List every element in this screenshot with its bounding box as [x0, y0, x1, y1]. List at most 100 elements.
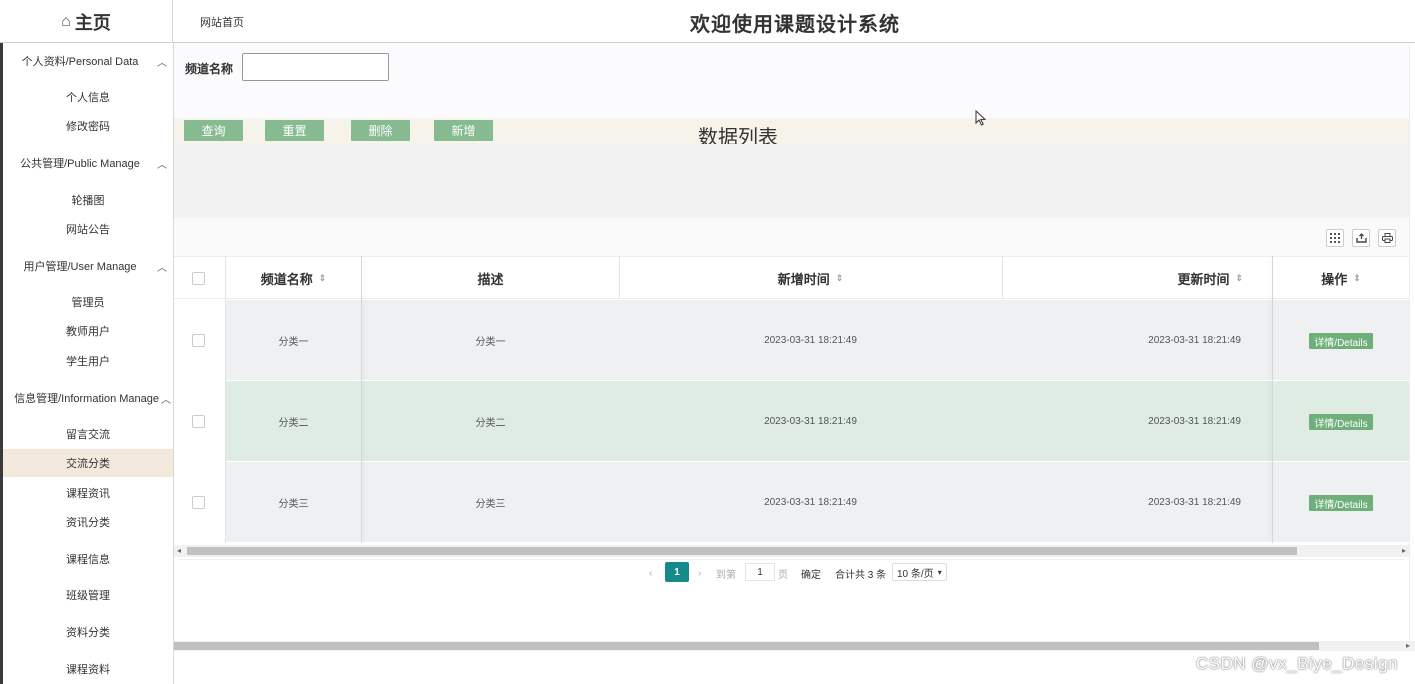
- column-header-updated[interactable]: 更新时间 ⇕: [1002, 257, 1273, 300]
- system-title: 欢迎使用课题设计系统: [690, 14, 900, 36]
- page-size-value: 10 条/页: [897, 568, 934, 580]
- column-divider: [1002, 256, 1003, 299]
- sidebar-item-class[interactable]: 班级管理: [3, 581, 173, 609]
- column-header-action[interactable]: 操作 ⇕: [1273, 257, 1409, 300]
- print-icon[interactable]: [1378, 229, 1396, 247]
- column-divider: [361, 256, 362, 543]
- prev-page-icon[interactable]: ‹: [649, 564, 652, 582]
- main-content: 频道名称 查询 重置 删除 新增 数据列表 频道名称 ⇕ 描述 新增时间 ⇕ 更…: [174, 43, 1415, 684]
- cell-desc: 分类二: [475, 418, 506, 429]
- column-header-label: 操作: [1321, 272, 1348, 287]
- scroll-left-icon[interactable]: ◂: [177, 546, 181, 555]
- chevron-down-icon: ▾: [937, 567, 942, 577]
- sidebar-item-student[interactable]: 学生用户: [3, 347, 173, 375]
- chevron-up-icon: ︿: [157, 262, 167, 274]
- chevron-up-icon: ︿: [157, 57, 167, 69]
- table-row[interactable]: 分类三 分类三 2023-03-31 18:21:49 2023-03-31 1…: [174, 462, 1409, 543]
- table-row[interactable]: 分类二 分类二 2023-03-31 18:21:49 2023-03-31 1…: [174, 381, 1409, 462]
- columns-icon[interactable]: [1326, 229, 1344, 247]
- sidebar-item-admin[interactable]: 管理员: [3, 288, 173, 316]
- details-button[interactable]: 详情/Details: [1309, 495, 1373, 511]
- cell-created: 2023-03-31 18:21:49: [764, 416, 857, 427]
- sidebar-item-notice[interactable]: 网站公告: [3, 215, 173, 243]
- scrollbar-thumb[interactable]: [187, 547, 1297, 555]
- sidebar-group-label: 信息管理/Information Manage: [14, 393, 159, 405]
- scroll-right-icon[interactable]: ▸: [1406, 641, 1410, 650]
- cell-updated: 2023-03-31 18:21:49: [1148, 497, 1241, 508]
- column-header-created[interactable]: 新增时间 ⇕: [619, 257, 1002, 300]
- table-header: 频道名称 ⇕ 描述 新增时间 ⇕ 更新时间 ⇕ 操作 ⇕: [174, 256, 1409, 299]
- column-header-label: 新增时间: [777, 272, 830, 287]
- select-all-checkbox[interactable]: [192, 272, 205, 285]
- sort-icon[interactable]: ⇕: [1353, 273, 1361, 284]
- sidebar-item-material-category[interactable]: 资料分类: [3, 618, 173, 646]
- row-checkbox[interactable]: [192, 496, 205, 509]
- cell-desc: 分类三: [475, 499, 506, 510]
- page-horizontal-scrollbar[interactable]: ▸: [174, 641, 1415, 651]
- page-size-select[interactable]: 10 条/页 ▾: [892, 563, 947, 581]
- home-link[interactable]: ⌂ 主页: [0, 0, 173, 43]
- table-row[interactable]: 分类一 分类一 2023-03-31 18:21:49 2023-03-31 1…: [174, 300, 1409, 381]
- reset-button[interactable]: 重置: [265, 120, 324, 141]
- sidebar: 个人资料/Personal Data ︿ 个人信息 修改密码 公共管理/Publ…: [0, 43, 174, 684]
- chevron-up-icon: ︿: [157, 159, 167, 171]
- row-checkbox[interactable]: [192, 415, 205, 428]
- site-home-link[interactable]: 网站首页: [200, 14, 244, 30]
- home-icon: ⌂: [61, 12, 71, 30]
- sidebar-item-news-category[interactable]: 资讯分类: [3, 508, 173, 536]
- sidebar-item-exchange-category[interactable]: 交流分类: [3, 449, 173, 477]
- sidebar-item-course-material[interactable]: 课程资料: [3, 655, 173, 683]
- chevron-up-icon: ︿: [161, 394, 171, 406]
- sidebar-group-label: 用户管理/User Manage: [23, 261, 137, 273]
- pagination: ‹ 1 › 到第 1 页 确定 合计共 3 条 10 条/页 ▾: [179, 559, 1404, 583]
- sidebar-item-profile[interactable]: 个人信息: [3, 83, 173, 111]
- top-bar: ⌂ 主页 网站首页 欢迎使用课题设计系统: [0, 0, 1415, 43]
- sidebar-group-info[interactable]: 信息管理/Information Manage ︿: [3, 386, 173, 410]
- column-header-name[interactable]: 频道名称 ⇕: [225, 257, 362, 300]
- column-divider: [619, 256, 620, 299]
- sidebar-group-user[interactable]: 用户管理/User Manage ︿: [3, 254, 173, 278]
- goto-label: 到第: [716, 569, 736, 581]
- sidebar-group-label: 公共管理/Public Manage: [20, 158, 140, 170]
- goto-confirm-button[interactable]: 确定: [801, 564, 821, 582]
- sidebar-item-teacher[interactable]: 教师用户: [3, 317, 173, 345]
- export-icon[interactable]: [1352, 229, 1370, 247]
- mouse-cursor-icon: [975, 110, 987, 126]
- cell-updated: 2023-03-31 18:21:49: [1148, 335, 1241, 346]
- goto-page-input[interactable]: 1: [745, 563, 775, 581]
- add-button[interactable]: 新增: [434, 120, 493, 141]
- home-label: 主页: [74, 12, 111, 33]
- cell-name: 分类一: [278, 337, 309, 348]
- details-button[interactable]: 详情/Details: [1309, 333, 1373, 349]
- delete-button[interactable]: 删除: [351, 120, 410, 141]
- column-divider: [1272, 256, 1273, 543]
- page-vertical-scrollbar[interactable]: [1409, 43, 1415, 641]
- cell-updated: 2023-03-31 18:21:49: [1148, 416, 1241, 427]
- cell-name: 分类二: [278, 418, 309, 429]
- cell-created: 2023-03-31 18:21:49: [764, 335, 857, 346]
- channel-name-input[interactable]: [242, 53, 389, 81]
- sidebar-group-label: 个人资料/Personal Data: [21, 56, 139, 68]
- sidebar-item-course-news[interactable]: 课程资讯: [3, 479, 173, 507]
- sort-icon[interactable]: ⇕: [319, 273, 327, 284]
- sidebar-item-carousel[interactable]: 轮播图: [3, 186, 173, 214]
- scroll-right-icon[interactable]: ▸: [1402, 546, 1406, 555]
- sidebar-item-course-info[interactable]: 课程信息: [3, 545, 173, 573]
- total-count: 合计共 3 条: [835, 569, 887, 581]
- sort-icon[interactable]: ⇕: [1235, 273, 1243, 284]
- column-divider: [225, 256, 226, 543]
- page-number-current[interactable]: 1: [665, 562, 689, 582]
- query-button[interactable]: 查询: [184, 120, 243, 141]
- table-toolbar: [174, 218, 1409, 256]
- sidebar-group-personal[interactable]: 个人资料/Personal Data ︿: [3, 49, 173, 73]
- sort-icon[interactable]: ⇕: [836, 273, 844, 284]
- sidebar-item-password[interactable]: 修改密码: [3, 112, 173, 140]
- cell-name: 分类三: [278, 499, 309, 510]
- sidebar-item-messages[interactable]: 留言交流: [3, 420, 173, 448]
- scrollbar-thumb[interactable]: [174, 642, 1319, 650]
- next-page-icon[interactable]: ›: [698, 564, 701, 582]
- row-checkbox[interactable]: [192, 334, 205, 347]
- table-horizontal-scrollbar[interactable]: ◂ ▸: [174, 545, 1409, 557]
- details-button[interactable]: 详情/Details: [1309, 414, 1373, 430]
- sidebar-group-public[interactable]: 公共管理/Public Manage ︿: [3, 151, 173, 175]
